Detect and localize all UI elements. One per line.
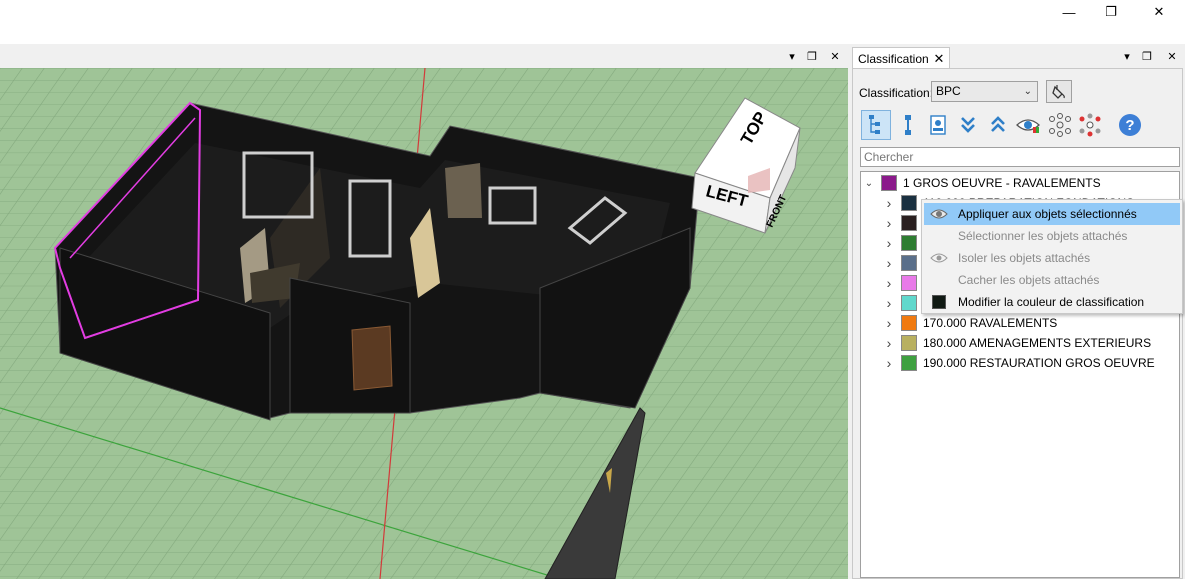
panel-body: Classification: BPC ⌄ ? Chercher ⌄ 1 GRO… (852, 68, 1183, 579)
color-swatch (901, 335, 917, 351)
dropdown-icon: ▾ (1124, 50, 1130, 63)
color-swatch (901, 215, 917, 231)
chevron-down-icon[interactable]: ⌄ (861, 178, 877, 189)
chevron-right-icon[interactable]: › (881, 195, 897, 211)
viewport-float-button[interactable]: ❐ (803, 44, 821, 68)
classification-toolbar: ? (861, 110, 1181, 142)
menu-item-label: Sélectionner les objets attachés (958, 229, 1128, 243)
menu-item-label: Isoler les objets attachés (958, 251, 1091, 265)
chevron-down-icon: ⌄ (1023, 86, 1032, 97)
classification-select[interactable]: BPC ⌄ (931, 81, 1038, 102)
tree-view-icon (869, 115, 880, 134)
apply-eye-icon (924, 207, 954, 221)
network-color-icon (1079, 113, 1101, 137)
menu-item-label: Modifier la couleur de classification (958, 295, 1145, 309)
chevron-right-icon[interactable]: › (881, 215, 897, 231)
close-icon: ✕ (830, 50, 840, 63)
color-swatch-icon (924, 295, 954, 309)
classification-label: Classification: (859, 86, 934, 100)
link-icon (905, 115, 911, 135)
float-icon: ❐ (807, 50, 817, 63)
restore-icon: ❐ (1105, 4, 1117, 19)
panel-float-button[interactable]: ❐ (1138, 44, 1156, 68)
svg-text:?: ? (1125, 117, 1134, 134)
dropdown-icon: ▾ (789, 50, 795, 63)
network-button[interactable] (1045, 110, 1075, 140)
restore-button[interactable]: ❐ (1088, 0, 1134, 24)
minimize-icon: — (1062, 4, 1076, 20)
color-swatch (881, 175, 897, 191)
context-menu: Appliquer aux objets sélectionnés Sélect… (921, 199, 1183, 314)
menu-item-modify-color[interactable]: Modifier la couleur de classification (924, 291, 1180, 313)
float-icon: ❐ (1142, 50, 1152, 63)
viewport-close-button[interactable]: ✕ (826, 44, 844, 68)
menu-item-apply[interactable]: Appliquer aux objets sélectionnés (924, 203, 1180, 225)
3d-viewport[interactable]: TOP LEFT FRONT (0, 68, 848, 579)
close-icon: ✕ (1167, 50, 1177, 63)
color-swatch (901, 275, 917, 291)
classification-value: BPC (936, 84, 961, 98)
menu-item-label: Appliquer aux objets sélectionnés (958, 207, 1137, 221)
visibility-button[interactable] (1013, 110, 1043, 140)
collapse-all-button[interactable] (983, 110, 1013, 140)
tree-item-label: 180.000 AMENAGEMENTS EXTERIEURS (923, 336, 1152, 350)
expand-all-button[interactable] (953, 110, 983, 140)
tree-view-button[interactable] (861, 110, 891, 140)
chevron-right-icon[interactable]: › (881, 335, 897, 351)
tab-close-icon[interactable]: ✕ (929, 50, 949, 68)
chevron-right-icon[interactable]: › (881, 295, 897, 311)
chevron-right-icon[interactable]: › (881, 315, 897, 331)
menu-item-isolate-attached[interactable]: Isoler les objets attachés (924, 247, 1180, 269)
3d-scene[interactable]: TOP LEFT FRONT (0, 68, 848, 579)
minimize-button[interactable]: — (1046, 0, 1092, 24)
search-input[interactable]: Chercher (860, 147, 1180, 167)
collapse-all-icon (991, 116, 1005, 132)
link-button[interactable] (893, 110, 923, 140)
menu-item-label: Cacher les objets attachés (958, 273, 1100, 287)
color-swatch (901, 255, 917, 271)
color-swatch (901, 355, 917, 371)
viewport-header: ▾ ❐ ✕ (0, 44, 848, 68)
menu-item-select-attached[interactable]: Sélectionner les objets attachés (924, 225, 1180, 247)
eye-visibility-icon (1016, 119, 1040, 133)
window-titlebar: — ❐ ✕ (0, 0, 1185, 44)
network-color-button[interactable] (1075, 110, 1105, 140)
help-icon: ? (1119, 114, 1141, 136)
chevron-right-icon[interactable]: › (881, 235, 897, 251)
chevron-right-icon[interactable]: › (881, 255, 897, 271)
tree-item-label: 190.000 RESTAURATION GROS OEUVRE (923, 356, 1155, 370)
document-icon (930, 115, 946, 135)
tree-root-label: 1 GROS OEUVRE - RAVALEMENTS (903, 176, 1101, 190)
panel-close-button[interactable]: ✕ (1163, 44, 1181, 68)
color-swatch (901, 315, 917, 331)
paint-bucket-icon (1052, 84, 1065, 99)
document-button[interactable] (923, 110, 953, 140)
panel-menu-button[interactable]: ▾ (1118, 44, 1136, 68)
chevron-right-icon[interactable]: › (881, 275, 897, 291)
tree-item[interactable]: › 180.000 AMENAGEMENTS EXTERIEURS (861, 333, 1179, 353)
tree-item-label: 170.000 RAVALEMENTS (923, 316, 1058, 330)
isolate-eye-icon (924, 251, 954, 265)
close-window-button[interactable]: ✕ (1136, 0, 1182, 24)
color-swatch (901, 195, 917, 211)
help-button[interactable]: ? (1115, 110, 1145, 140)
paint-bucket-button[interactable] (1046, 80, 1072, 103)
color-swatch (901, 295, 917, 311)
menu-item-hide-attached[interactable]: Cacher les objets attachés (924, 269, 1180, 291)
chevron-right-icon[interactable]: › (881, 355, 897, 371)
color-swatch (901, 235, 917, 251)
expand-all-icon (961, 117, 975, 133)
network-icon (1049, 113, 1071, 137)
tree-item[interactable]: › 170.000 RAVALEMENTS (861, 313, 1179, 333)
tab-classification[interactable]: Classification ✕ (852, 47, 950, 69)
viewport-menu-button[interactable]: ▾ (783, 44, 801, 68)
tab-label: Classification (858, 51, 929, 66)
search-placeholder: Chercher (864, 150, 914, 164)
close-icon: ✕ (1153, 4, 1165, 19)
tree-root[interactable]: ⌄ 1 GROS OEUVRE - RAVALEMENTS (861, 173, 1179, 193)
tree-item[interactable]: › 190.000 RESTAURATION GROS OEUVRE (861, 353, 1179, 373)
